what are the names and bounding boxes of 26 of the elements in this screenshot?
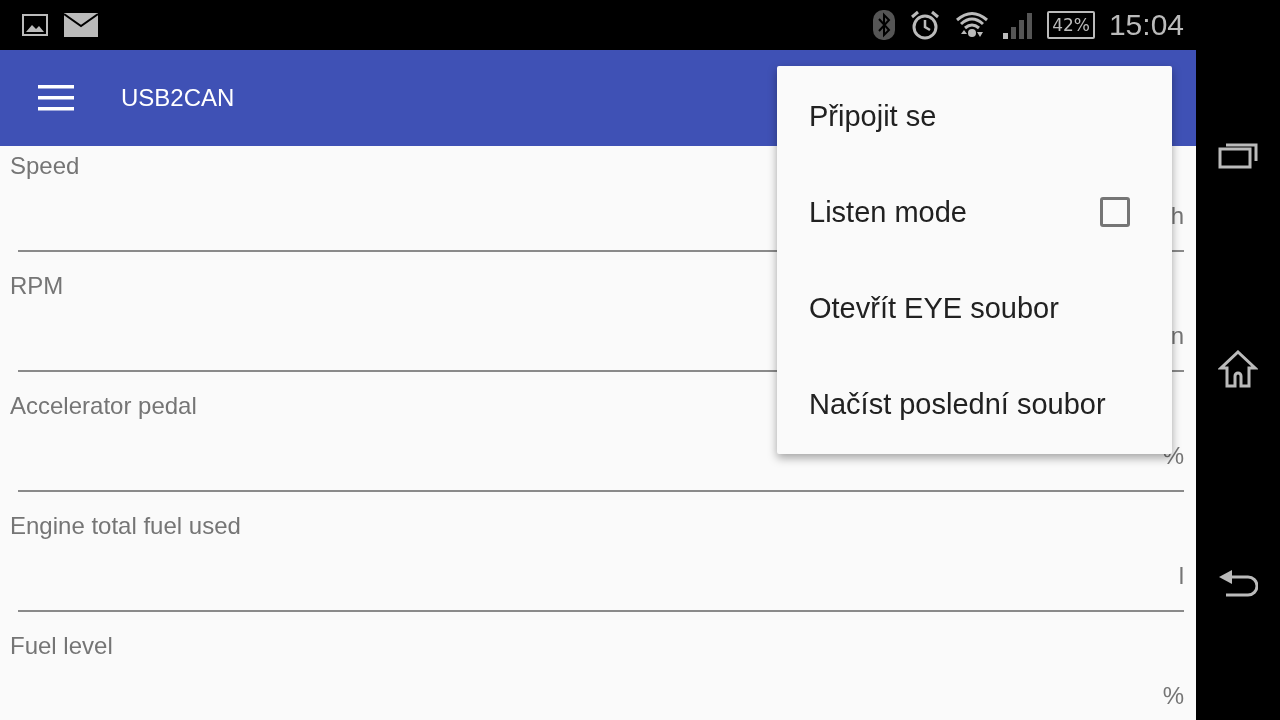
unit-label: % [1162,682,1184,710]
menu-item[interactable]: Připojit se [777,68,1172,164]
field-label: RPM [10,271,64,301]
unit-label: n [1170,322,1184,350]
field-label: Accelerator pedal [10,391,197,421]
back-icon[interactable] [1218,569,1258,600]
alarm-clock-icon [909,9,942,41]
field-label: Speed [10,151,80,181]
checkbox[interactable] [1100,197,1130,227]
unit-label: l [1178,562,1184,590]
bluetooth-icon [873,10,896,40]
wifi-icon [955,10,990,40]
battery-indicator: 42% [1047,11,1095,39]
menu-icon[interactable] [38,85,74,111]
signal-icon [1003,11,1034,39]
image-notification-icon [22,14,48,36]
field-label: Fuel level [10,631,113,661]
clock-time: 15:04 [1108,8,1184,42]
input-field[interactable]: l [18,542,1184,612]
mail-icon [64,13,98,37]
field-label: Engine total fuel used [10,511,241,541]
app-title: USB2CAN [121,84,235,112]
menu-item-label: Listen mode [809,195,967,229]
input-field[interactable]: % [18,662,1184,720]
home-icon[interactable] [1218,350,1258,388]
unit-label: h [1170,202,1184,230]
